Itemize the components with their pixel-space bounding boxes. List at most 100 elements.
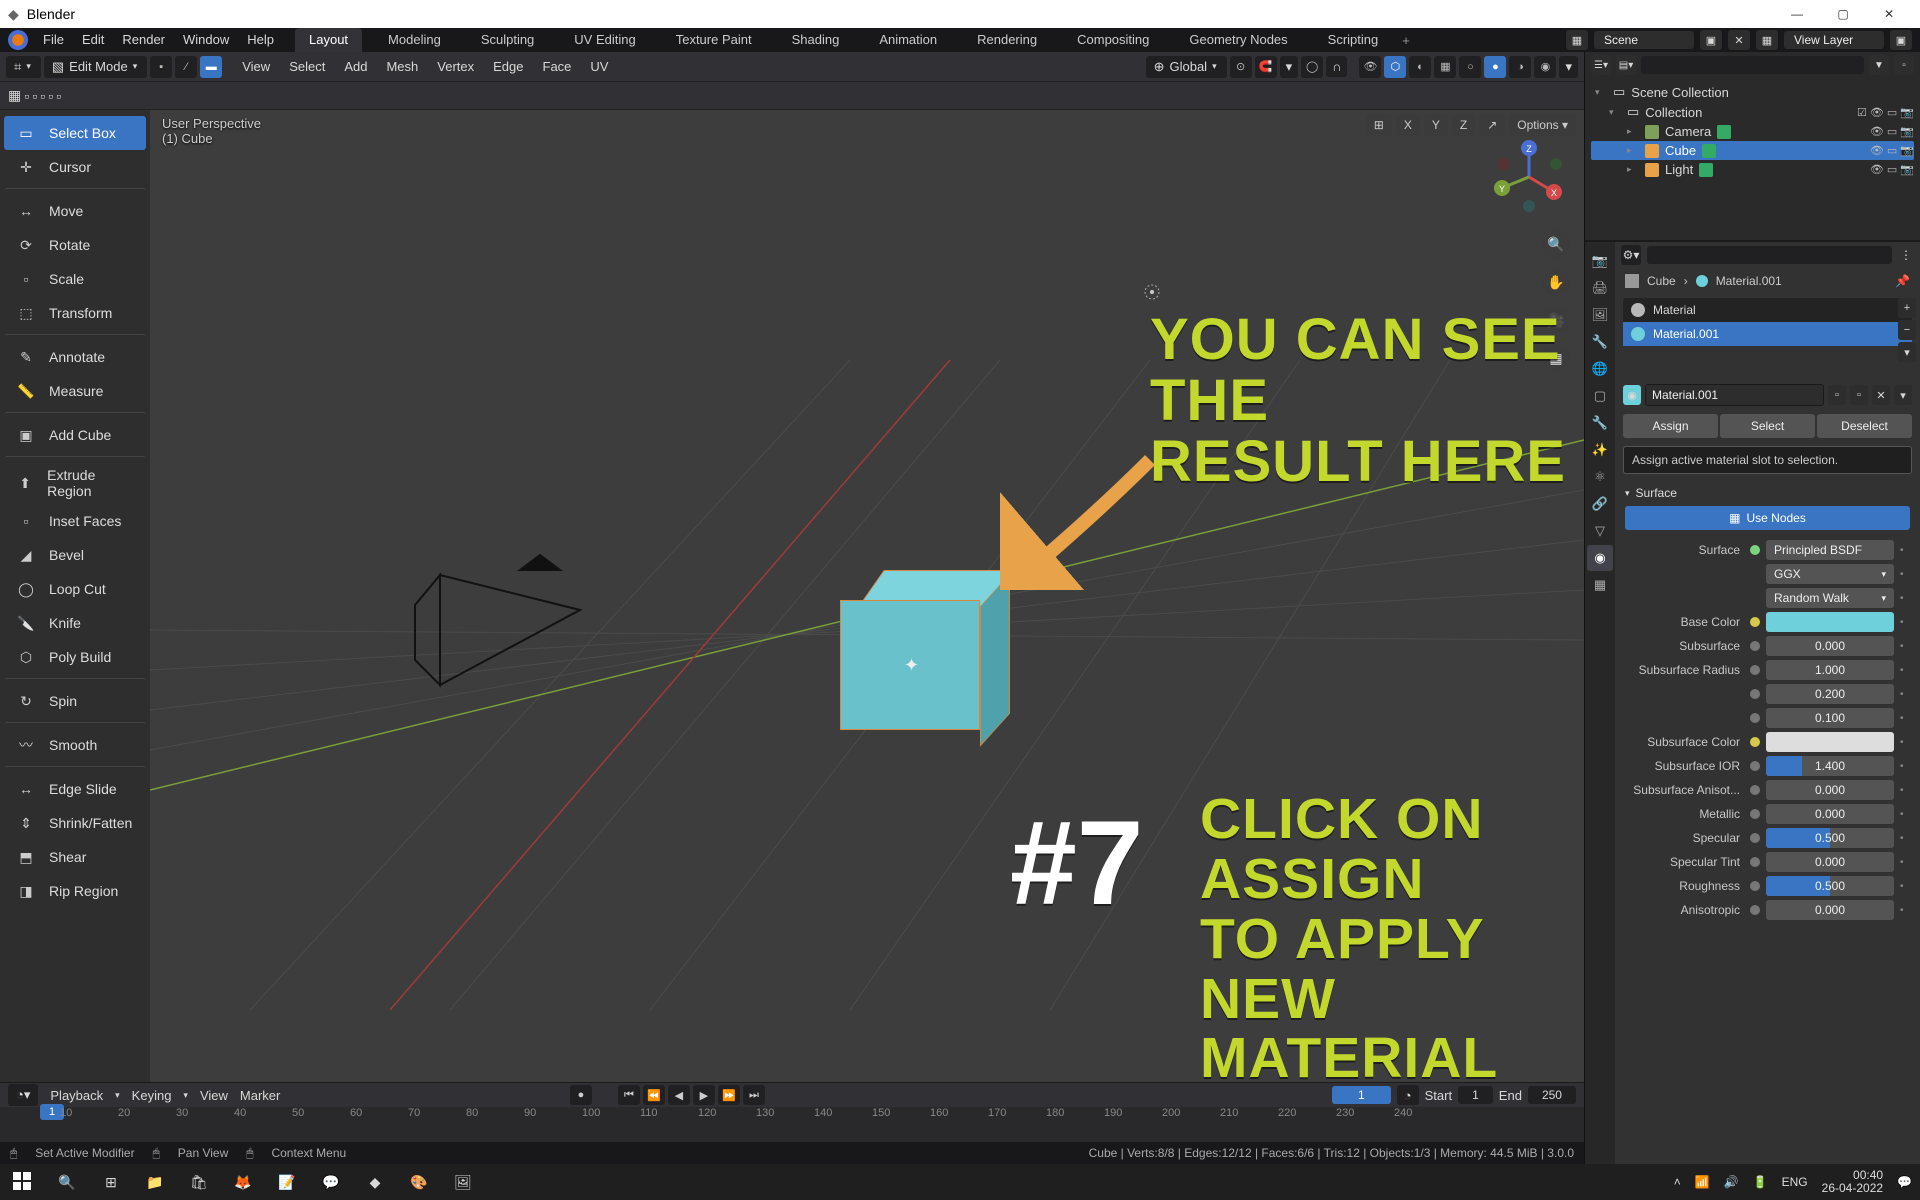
value-slider[interactable]: 0.000 [1766, 852, 1894, 872]
workspace-tab-geometry-nodes[interactable]: Geometry Nodes [1175, 28, 1301, 52]
tab-material-icon[interactable]: ◉ [1587, 545, 1613, 571]
tab-particle-icon[interactable]: ✨ [1587, 437, 1613, 463]
mesh-select-all-icon[interactable]: ▦ [8, 87, 21, 104]
outliner-new-collection-icon[interactable]: ▫ [1894, 55, 1914, 75]
material-browse-icon[interactable]: ◉ [1623, 385, 1641, 405]
workspace-tab-texture-paint[interactable]: Texture Paint [662, 28, 766, 52]
tool-add-cube[interactable]: ▣Add Cube [4, 412, 146, 452]
tray-notifications-icon[interactable]: 💬 [1897, 1175, 1912, 1189]
surface-shader-dropdown[interactable]: Principled BSDF [1766, 540, 1894, 560]
app-explorer-icon[interactable]: 📁 [140, 1167, 170, 1197]
vertex-select-icon[interactable]: ▪ [150, 56, 172, 78]
prop-menu-icon[interactable]: • [1900, 689, 1910, 700]
value-slider[interactable]: 1.000 [1766, 660, 1894, 680]
value-slider[interactable]: 1.400 [1766, 756, 1894, 776]
workspace-tab-uv-editing[interactable]: UV Editing [560, 28, 649, 52]
select-button[interactable]: Select [1720, 414, 1815, 438]
outliner-filter-icon[interactable]: ▼ [1869, 55, 1889, 75]
material-users-icon[interactable]: ▫ [1828, 385, 1846, 405]
tool-smooth[interactable]: 〰Smooth [4, 722, 146, 762]
material-slot-material[interactable]: Material [1623, 298, 1912, 322]
material-new-icon[interactable]: ▫ [1850, 385, 1868, 405]
app-photos-icon[interactable]: 🖼 [448, 1167, 478, 1197]
tab-data-icon[interactable]: ▽ [1587, 518, 1613, 544]
maximize-button[interactable]: ▢ [1820, 7, 1866, 21]
prop-menu-icon[interactable]: • [1900, 713, 1910, 724]
pan-icon[interactable]: ✋ [1542, 268, 1570, 296]
visibility-dropdown[interactable]: 👁 [1359, 56, 1381, 78]
link-dot-icon[interactable] [1750, 833, 1760, 843]
color-field[interactable] [1766, 732, 1894, 752]
tool-transform[interactable]: ⬚Transform [4, 296, 146, 330]
snap-dropdown[interactable]: ▾ [1280, 56, 1299, 78]
prop-menu-icon[interactable]: • [1900, 545, 1910, 556]
orientation-dropdown[interactable]: ⊕Global▾ [1146, 56, 1227, 78]
tl-menu-view[interactable]: View [200, 1088, 228, 1103]
shading-matprev-icon[interactable]: ◑ [1509, 56, 1531, 78]
menu-edit[interactable]: Edit [73, 28, 113, 52]
link-dot-icon[interactable] [1750, 689, 1760, 699]
viewport-menu-mesh[interactable]: Mesh [378, 59, 426, 74]
properties-search[interactable] [1647, 246, 1892, 264]
keyframe-prev-button[interactable]: ⏪ [643, 1085, 665, 1105]
link-dot-icon[interactable] [1750, 881, 1760, 891]
viewport-menu-vertex[interactable]: Vertex [429, 59, 482, 74]
value-slider[interactable]: 0.200 [1766, 684, 1894, 704]
tool-extrude-region[interactable]: ⬆Extrude Region [4, 456, 146, 504]
proportional-toggle[interactable]: ◯ [1301, 56, 1323, 78]
workspace-tab-animation[interactable]: Animation [865, 28, 951, 52]
properties-options-icon[interactable]: ⋮ [1898, 247, 1914, 263]
tab-scene-icon[interactable]: 🔧 [1587, 329, 1613, 355]
tray-chevron-icon[interactable]: ˄ [1674, 1175, 1681, 1189]
edge-select-icon[interactable]: ∕ [175, 56, 197, 78]
link-dot-icon[interactable] [1750, 641, 1760, 651]
overlay-toggle[interactable]: ◐ [1409, 56, 1431, 78]
tray-language[interactable]: ENG [1782, 1175, 1808, 1189]
tool-cursor[interactable]: ✛Cursor [4, 150, 146, 184]
nav-gizmo[interactable]: Z Y X [1492, 140, 1566, 214]
menu-help[interactable]: Help [238, 28, 283, 52]
tool-edge-slide[interactable]: ↔Edge Slide [4, 766, 146, 806]
distribution-dropdown[interactable]: GGX▾ [1766, 564, 1894, 584]
remove-material-slot-button[interactable]: − [1898, 320, 1916, 340]
link-dot-icon[interactable] [1750, 617, 1760, 627]
app-blender-icon[interactable]: ◆ [360, 1167, 390, 1197]
options-dropdown[interactable]: Options ▾ [1509, 114, 1576, 136]
layer-del-icon[interactable]: ▣ [1890, 30, 1912, 50]
menu-render[interactable]: Render [113, 28, 174, 52]
tab-texture-icon[interactable]: ▦ [1587, 572, 1613, 598]
face-select-icon[interactable]: ▬ [200, 56, 222, 78]
outliner-search[interactable] [1641, 56, 1864, 74]
assign-button[interactable]: Assign [1623, 414, 1718, 438]
tool-annotate[interactable]: ✎Annotate [4, 334, 146, 374]
surface-panel-header[interactable]: ▾Surface [1615, 482, 1920, 504]
value-slider[interactable]: 0.100 [1766, 708, 1894, 728]
app-firefox-icon[interactable]: 🦊 [228, 1167, 258, 1197]
autokey-toggle[interactable]: ● [570, 1085, 592, 1105]
prop-menu-icon[interactable]: • [1900, 905, 1910, 916]
mesh-opt2-icon[interactable]: ▫ [32, 88, 37, 104]
layer-browse-icon[interactable]: ▦ [1756, 30, 1778, 50]
value-slider[interactable]: 0.000 [1766, 636, 1894, 656]
link-dot-icon[interactable] [1750, 737, 1760, 747]
viewport-menu-add[interactable]: Add [336, 59, 375, 74]
viewport-menu-edge[interactable]: Edge [485, 59, 531, 74]
tool-shear[interactable]: ⬒Shear [4, 840, 146, 874]
outliner-item-camera[interactable]: ▸Camera👁▭📷 [1591, 122, 1914, 141]
tool-select-box[interactable]: ▭Select Box [4, 116, 146, 150]
shading-wire-icon[interactable]: ○ [1459, 56, 1481, 78]
value-slider[interactable]: 0.000 [1766, 900, 1894, 920]
zoom-icon[interactable]: 🔍 [1542, 230, 1570, 258]
prop-menu-icon[interactable]: • [1900, 761, 1910, 772]
tool-inset-faces[interactable]: ▫Inset Faces [4, 504, 146, 538]
workspace-tab-rendering[interactable]: Rendering [963, 28, 1051, 52]
prop-menu-icon[interactable]: • [1900, 617, 1910, 628]
value-slider[interactable]: 0.500 [1766, 828, 1894, 848]
task-view-button[interactable]: ⊞ [96, 1167, 126, 1197]
tab-modifier-icon[interactable]: 🔧 [1587, 410, 1613, 436]
end-frame[interactable]: 250 [1528, 1086, 1576, 1104]
add-material-slot-button[interactable]: + [1898, 298, 1916, 318]
scene-browse-icon[interactable]: ▦ [1566, 30, 1588, 50]
scene-new-icon[interactable]: ▣ [1700, 30, 1722, 50]
workspace-tab-shading[interactable]: Shading [778, 28, 854, 52]
